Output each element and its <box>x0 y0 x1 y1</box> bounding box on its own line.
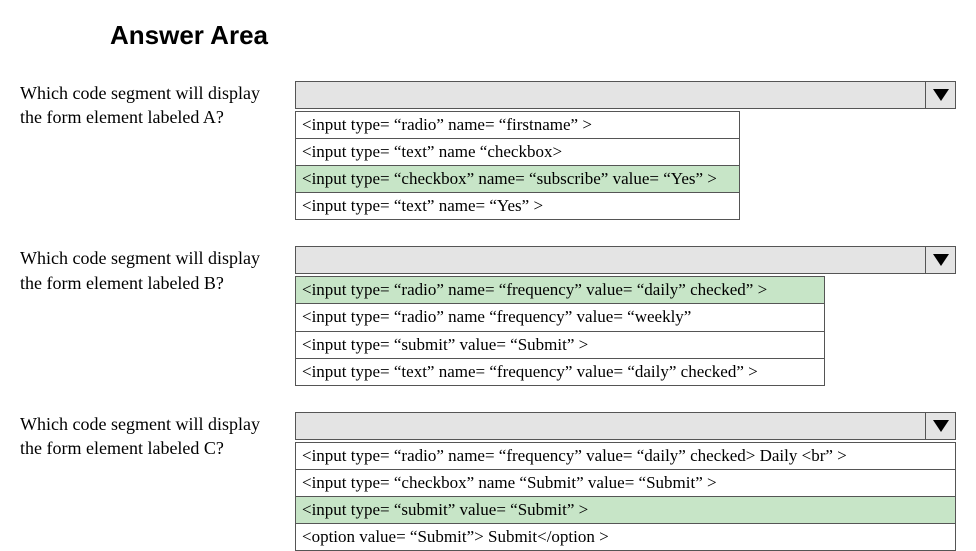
option-row[interactable]: <option value= “Submit”> Submit</option … <box>296 524 956 551</box>
option-text: <input type= “submit” value= “Submit” > <box>296 331 825 358</box>
question-row: Which code segment will display the form… <box>20 81 956 220</box>
option-text: <input type= “text” name= “frequency” va… <box>296 358 825 385</box>
dropdown-toggle-button[interactable] <box>925 82 955 108</box>
option-text: <input type= “submit” value= “Submit” > <box>296 496 956 523</box>
dropdown-toggle-button[interactable] <box>925 413 955 439</box>
chevron-down-icon <box>933 89 949 101</box>
answer-area: <input type= “radio” name= “frequency” v… <box>295 412 956 551</box>
option-row[interactable]: <input type= “submit” value= “Submit” > <box>296 496 956 523</box>
option-text: <option value= “Submit”> Submit</option … <box>296 524 956 551</box>
option-text: <input type= “checkbox” name “Submit” va… <box>296 469 956 496</box>
page-title: Answer Area <box>110 20 956 51</box>
chevron-down-icon <box>933 254 949 266</box>
option-row[interactable]: <input type= “text” name= “Yes” > <box>296 193 740 220</box>
option-row[interactable]: <input type= “text” name “checkbox> <box>296 139 740 166</box>
answer-area: <input type= “radio” name= “firstname” >… <box>295 81 956 220</box>
question-prompt: Which code segment will display the form… <box>20 412 295 461</box>
option-text: <input type= “text” name= “Yes” > <box>296 193 740 220</box>
option-row[interactable]: <input type= “checkbox” name= “subscribe… <box>296 166 740 193</box>
option-text: <input type= “radio” name= “frequency” v… <box>296 277 825 304</box>
option-text: <input type= “radio” name= “frequency” v… <box>296 442 956 469</box>
chevron-down-icon <box>933 420 949 432</box>
question-row: Which code segment will display the form… <box>20 412 956 551</box>
option-text: <input type= “radio” name= “firstname” > <box>296 112 740 139</box>
option-text: <input type= “radio” name “frequency” va… <box>296 304 825 331</box>
option-row[interactable]: <input type= “radio” name= “frequency” v… <box>296 277 825 304</box>
dropdown-bar[interactable] <box>295 246 956 274</box>
dropdown-toggle-button[interactable] <box>925 247 955 273</box>
question-prompt: Which code segment will display the form… <box>20 246 295 295</box>
options-table: <input type= “radio” name= “firstname” >… <box>295 111 740 220</box>
dropdown-bar[interactable] <box>295 412 956 440</box>
option-row[interactable]: <input type= “radio” name= “frequency” v… <box>296 442 956 469</box>
option-row[interactable]: <input type= “radio” name= “firstname” > <box>296 112 740 139</box>
option-row[interactable]: <input type= “checkbox” name “Submit” va… <box>296 469 956 496</box>
option-row[interactable]: <input type= “text” name= “frequency” va… <box>296 358 825 385</box>
options-table: <input type= “radio” name= “frequency” v… <box>295 442 956 551</box>
options-table: <input type= “radio” name= “frequency” v… <box>295 276 825 385</box>
option-text: <input type= “checkbox” name= “subscribe… <box>296 166 740 193</box>
option-row[interactable]: <input type= “radio” name “frequency” va… <box>296 304 825 331</box>
option-text: <input type= “text” name “checkbox> <box>296 139 740 166</box>
option-row[interactable]: <input type= “submit” value= “Submit” > <box>296 331 825 358</box>
dropdown-bar[interactable] <box>295 81 956 109</box>
question-prompt: Which code segment will display the form… <box>20 81 295 130</box>
answer-area: <input type= “radio” name= “frequency” v… <box>295 246 956 385</box>
question-row: Which code segment will display the form… <box>20 246 956 385</box>
